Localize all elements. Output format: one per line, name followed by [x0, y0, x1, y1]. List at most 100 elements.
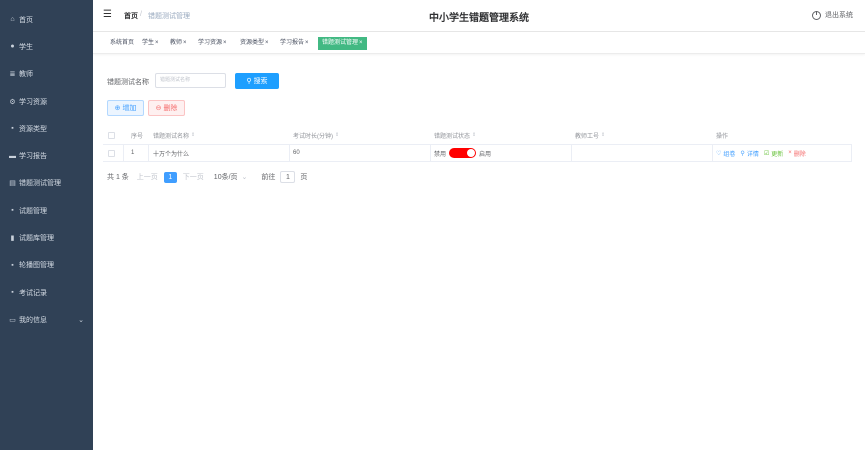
plus-circle-icon: ⊕	[114, 105, 121, 112]
pager-goto-label: 前往	[261, 174, 276, 181]
sidebar-item-error-tests[interactable]: ▤ 错题测试管理	[0, 170, 93, 197]
sidebar-item-carousel[interactable]: ▪ 轮播图管理	[0, 252, 93, 279]
sort-icon[interactable]: ⇕	[472, 132, 476, 138]
grid-icon: ▪	[11, 207, 14, 215]
tag-students[interactable]: 学生×	[138, 37, 163, 50]
tag-label: 学习报告	[280, 40, 305, 46]
update-button[interactable]: ☑ 更新	[764, 149, 783, 158]
data-table: 序号 错题测试名称 ⇕ 考试时长(分钟) ⇕ 错题测试状态 ⇕ 教师工号 ⇕ 操作 1 …	[103, 126, 852, 162]
column-header-duration[interactable]: 考试时长(分钟) ⇕	[293, 126, 339, 144]
sidebar-item-question-bank[interactable]: ▮ 试题库管理	[0, 224, 93, 251]
add-button[interactable]: ⊕ 增加	[107, 100, 144, 116]
edit-icon: ☑	[763, 150, 770, 157]
close-icon[interactable]: ×	[223, 40, 227, 46]
sidebar-item-exam-records[interactable]: ▪ 考试记录	[0, 279, 93, 306]
pager-page-1[interactable]: 1	[163, 171, 177, 183]
close-icon[interactable]: ×	[183, 40, 187, 46]
pager-goto-input[interactable]: 1	[280, 171, 296, 183]
close-icon[interactable]: ×	[359, 40, 363, 46]
tag-learning-reports[interactable]: 学习报告×	[276, 37, 313, 50]
network-icon: ⚙	[9, 98, 16, 106]
heart-icon: ♡	[716, 150, 722, 157]
sidebar-item-label: 学生	[19, 43, 33, 51]
sidebar-item-learning-resources[interactable]: ⚙ 学习资源	[0, 88, 93, 115]
close-icon[interactable]: ×	[155, 40, 159, 46]
app-title: 中小学生错题管理系统	[429, 13, 529, 24]
table-row: 1 十万个为什么 60 禁用 启用 ♡ 组卷 ⚲ 详情 ☑ 更新 × 删除	[103, 145, 852, 162]
cell-index: 1	[131, 150, 135, 156]
logout-button[interactable]: 退出系统	[812, 10, 853, 20]
delete-button[interactable]: ⊖ 删除	[148, 100, 185, 116]
sidebar-item-questions[interactable]: ▪ 试题管理	[0, 197, 93, 224]
chevron-down-icon: ⌄	[78, 316, 84, 324]
database-icon: ▤	[9, 180, 16, 188]
search-icon: ⚲	[740, 150, 745, 157]
home-icon: ⌂	[10, 16, 15, 24]
tag-label: 学生	[142, 40, 155, 46]
select-all-checkbox[interactable]	[108, 126, 115, 144]
tags-view: 系统首页 学生× 教师× 学习资源× 资源类型× 学习报告× 错题测试管理×	[93, 32, 865, 54]
pager-prev-button[interactable]: 上一页	[137, 172, 158, 182]
pager-next-button[interactable]: 下一页	[183, 172, 204, 182]
sidebar-item-home[interactable]: ⌂ 首页	[0, 6, 93, 33]
sidebar-item-label: 试题管理	[19, 207, 47, 215]
logout-label: 退出系统	[825, 12, 853, 19]
status-off-label: 禁用	[434, 151, 447, 158]
sidebar-item-students[interactable]: ● 学生	[0, 33, 93, 60]
sidebar-item-label: 首页	[19, 16, 33, 24]
tag-label: 教师	[170, 40, 183, 46]
tag-label: 学习资源	[198, 40, 223, 46]
status-on-label: 启用	[479, 151, 492, 158]
sidebar-item-learning-reports[interactable]: ▬ 学习报告	[0, 142, 93, 169]
tag-home[interactable]: 系统首页	[106, 37, 138, 50]
sidebar-item-my-info[interactable]: ▭ 我的信息 ⌄	[0, 306, 93, 333]
cell-actions: ♡ 组卷 ⚲ 详情 ☑ 更新 × 删除	[716, 145, 811, 161]
chevron-down-icon: ⌄	[241, 174, 248, 181]
tag-teachers[interactable]: 教师×	[166, 37, 191, 50]
sidebar-item-teachers[interactable]: ≣ 教师	[0, 61, 93, 88]
search-label: 错题测试名称	[107, 79, 149, 86]
tag-learning-resources[interactable]: 学习资源×	[194, 37, 231, 50]
column-header-name[interactable]: 错题测试名称 ⇕	[153, 126, 195, 144]
table-header: 序号 错题测试名称 ⇕ 考试时长(分钟) ⇕ 错题测试状态 ⇕ 教师工号 ⇕ 操作	[103, 126, 852, 145]
add-button-label: 增加	[122, 105, 137, 112]
sort-icon[interactable]: ⇕	[191, 132, 195, 138]
search-input[interactable]: 错题测试名称	[155, 73, 226, 88]
tag-resource-types[interactable]: 资源类型×	[236, 37, 273, 50]
close-icon[interactable]: ×	[305, 40, 309, 46]
pager-size-label: 10条/页	[213, 174, 238, 181]
close-icon: ×	[788, 150, 792, 156]
sidebar-item-label: 资源类型	[19, 125, 47, 133]
sidebar-item-label: 错题测试管理	[19, 180, 61, 188]
sidebar-item-label: 考试记录	[19, 289, 47, 297]
search-button[interactable]: ⚲ 搜索	[235, 73, 279, 89]
list-icon: ≣	[9, 71, 16, 79]
sidebar-item-label: 我的信息	[19, 316, 47, 324]
sidebar: ⌂ 首页 ● 学生 ≣ 教师 ⚙ 学习资源 ▪ 资源类型 ▬ 学习报告 ▤ 错题…	[0, 0, 93, 450]
detail-button[interactable]: ⚲ 详情	[740, 149, 758, 158]
row-delete-button[interactable]: × 删除	[788, 149, 806, 158]
delete-button-label: 删除	[163, 105, 178, 112]
row-checkbox[interactable]	[108, 145, 115, 161]
monitor-icon: ▬	[9, 152, 16, 160]
column-header-status[interactable]: 错题测试状态 ⇕	[434, 126, 476, 144]
tag-error-tests[interactable]: 错题测试管理×	[318, 37, 367, 50]
sidebar-item-label: 教师	[19, 71, 33, 79]
sort-icon[interactable]: ⇕	[601, 132, 605, 138]
compose-paper-button[interactable]: ♡ 组卷	[716, 149, 735, 158]
column-header-index: 序号	[131, 133, 144, 140]
id-card-icon: ▭	[9, 316, 16, 324]
sidebar-item-label: 轮播图管理	[19, 262, 54, 270]
pager-size-select[interactable]: 10条/页 ⌄	[214, 172, 248, 182]
close-icon[interactable]: ×	[265, 40, 269, 46]
column-header-teacher-id[interactable]: 教师工号 ⇕	[575, 126, 605, 144]
sidebar-item-label: 学习资源	[19, 98, 47, 106]
sidebar-item-label: 试题库管理	[19, 235, 54, 243]
search-icon: ⚲	[246, 78, 252, 85]
tag-label: 系统首页	[110, 40, 135, 46]
sidebar-item-resource-types[interactable]: ▪ 资源类型	[0, 115, 93, 142]
power-icon	[812, 10, 821, 20]
status-toggle[interactable]	[449, 148, 477, 158]
search-button-label: 搜索	[253, 78, 268, 85]
sort-icon[interactable]: ⇕	[335, 132, 339, 138]
